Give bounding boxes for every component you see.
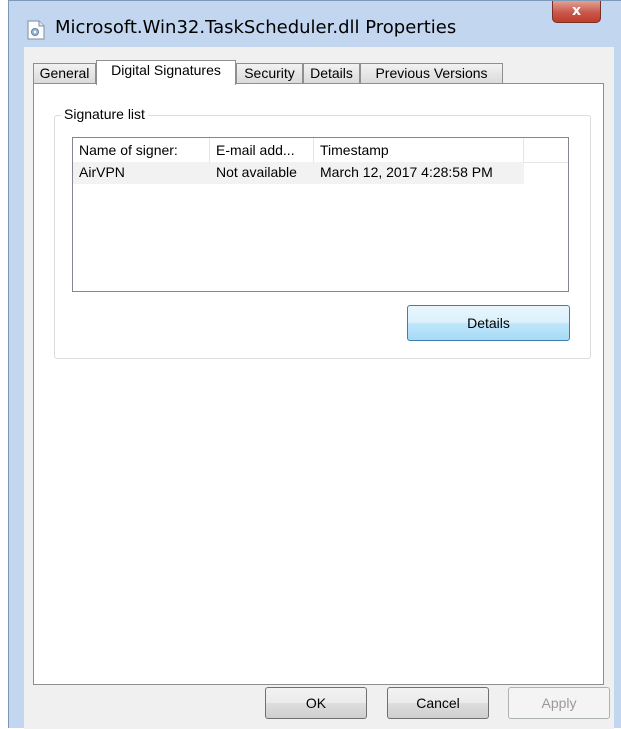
signer-name-cell: AirVPN [79,164,125,180]
tab-security[interactable]: Security [236,63,303,83]
ok-button[interactable]: OK [265,687,367,719]
tab-digital-signatures[interactable]: Digital Signatures [96,60,236,85]
apply-button[interactable]: Apply [508,687,610,719]
details-button[interactable]: Details [407,305,570,341]
file-icon [27,20,45,40]
signature-list-label: Signature list [61,106,148,122]
close-button[interactable]: x [552,1,601,23]
tab-panel: Signature list Name of signer: E-mail ad… [33,83,604,685]
signature-listview[interactable]: Name of signer: E-mail add... Timestamp … [72,137,569,292]
table-row[interactable]: AirVPN Not available March 12, 2017 4:28… [73,162,524,184]
tab-details[interactable]: Details [303,63,360,83]
timestamp-cell: March 12, 2017 4:28:58 PM [320,164,493,180]
properties-window: Microsoft.Win32.TaskScheduler.dll Proper… [8,0,621,729]
dialog-client-area: General Digital Signatures Security Deta… [24,47,614,729]
tab-previous-versions[interactable]: Previous Versions [360,63,503,83]
column-header-signer[interactable]: Name of signer: [73,138,210,162]
signature-list-group: Signature list Name of signer: E-mail ad… [54,106,591,359]
column-header-timestamp[interactable]: Timestamp [314,138,524,162]
tab-general[interactable]: General [33,63,96,83]
email-cell: Not available [216,164,297,180]
window-title: Microsoft.Win32.TaskScheduler.dll Proper… [55,17,457,38]
column-header-email[interactable]: E-mail add... [210,138,314,162]
listview-header: Name of signer: E-mail add... Timestamp [73,138,568,163]
cancel-button[interactable]: Cancel [387,687,489,719]
